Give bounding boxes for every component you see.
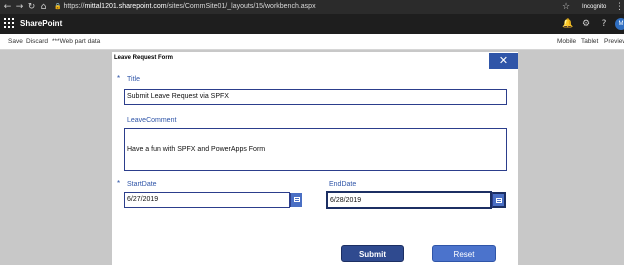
url-host: mittal1201.sharepoint.com — [84, 3, 167, 10]
startdate-input[interactable]: 6/27/2019 — [124, 192, 290, 208]
preview-button[interactable]: Preview — [604, 34, 624, 50]
close-icon[interactable]: ✕ — [489, 53, 518, 69]
enddate-input[interactable]: 6/28/2019 — [326, 191, 492, 209]
back-arrow-icon[interactable]: ← — [3, 2, 12, 12]
incognito-label: Incognito — [582, 4, 607, 10]
mobile-button[interactable]: Mobile — [557, 34, 576, 50]
calendar-icon[interactable] — [290, 193, 302, 207]
enddate-label: EndDate — [329, 181, 357, 188]
app-title[interactable]: SharePoint — [20, 17, 62, 31]
reset-button[interactable]: Reset — [432, 245, 496, 262]
tablet-button[interactable]: Tablet — [581, 34, 598, 50]
waffle-icon[interactable] — [4, 18, 16, 30]
discard-button[interactable]: Discard — [26, 34, 48, 50]
form-title: Leave Request Form — [114, 55, 174, 61]
forward-arrow-icon[interactable]: → — [15, 2, 24, 12]
suite-bar — [0, 14, 624, 34]
lock-icon: 🔒 — [54, 3, 62, 10]
address-bar[interactable]: 🔒 https://mittal1201.sharepoint.com/site… — [54, 2, 554, 12]
title-label: Title — [127, 76, 140, 83]
required-marker: * — [117, 74, 121, 83]
required-marker: * — [117, 179, 121, 188]
bell-icon[interactable]: 🔔 — [562, 17, 574, 31]
title-input[interactable]: Submit Leave Request via SPFX — [124, 89, 507, 105]
save-button[interactable]: Save — [8, 34, 23, 50]
gear-icon[interactable]: ⚙ — [580, 17, 592, 31]
url-path: /sites/CommSite01/_layouts/15/workbench.… — [166, 3, 316, 10]
webpart-data-button[interactable]: ***Web part data — [52, 34, 100, 50]
reload-icon[interactable]: ↻ — [27, 2, 36, 12]
submit-button[interactable]: Submit — [341, 245, 404, 262]
avatar[interactable]: M — [615, 18, 624, 30]
comment-label: LeaveComment — [127, 117, 177, 124]
help-icon[interactable]: ? — [598, 17, 610, 31]
calendar-icon[interactable] — [492, 192, 506, 208]
comment-input[interactable]: Have a fun with SPFX and PowerApps Form — [124, 128, 507, 171]
startdate-label: StartDate — [127, 181, 157, 188]
url-scheme: https:// — [63, 3, 85, 10]
star-icon[interactable]: ☆ — [562, 2, 572, 12]
home-icon[interactable]: ⌂ — [39, 2, 48, 12]
more-icon[interactable]: ⋮ — [615, 2, 624, 12]
